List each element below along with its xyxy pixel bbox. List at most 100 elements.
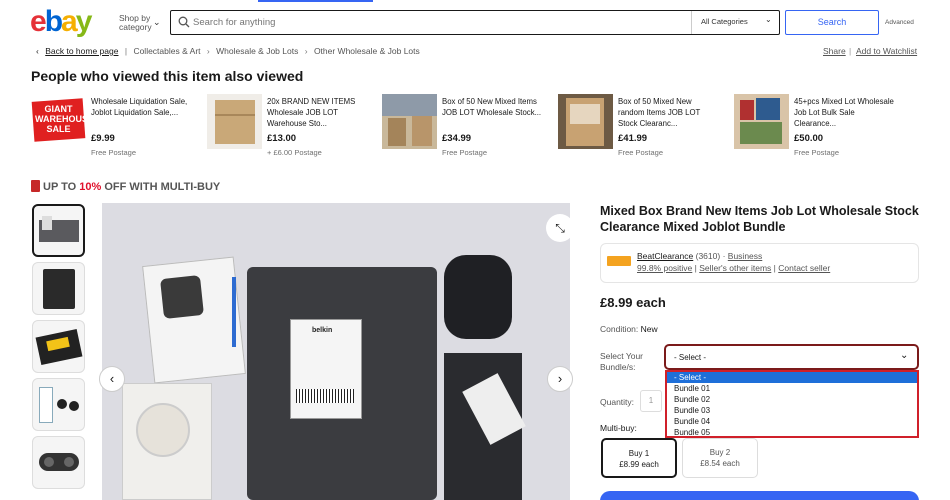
previous-image-button[interactable]: ‹ (99, 366, 125, 392)
product-thumbnail[interactable] (734, 94, 789, 149)
card-postage: + £6.00 Postage (267, 148, 322, 157)
card-price: £13.00 (267, 133, 297, 144)
multibuy-prefix: UP TO (43, 181, 80, 193)
bundle-dropdown: - Select - Bundle 01 Bundle 02 Bundle 03… (665, 370, 919, 438)
also-viewed-card[interactable]: Box of 50 Mixed New random Items JOB LOT… (558, 94, 728, 158)
also-viewed-heading: People who viewed this item also viewed (31, 68, 304, 84)
condition-value: New (640, 324, 658, 334)
divider: | (694, 263, 697, 273)
add-to-watchlist-link[interactable]: Add to Watchlist (856, 46, 917, 56)
card-price: £34.99 (442, 133, 472, 144)
card-title[interactable]: 20x BRAND NEW ITEMS Wholesale JOB LOT Wa… (267, 96, 367, 129)
expand-icon: ⤡ (555, 221, 565, 235)
chevron-down-icon[interactable]: ⌄ (153, 17, 161, 28)
multibuy-percent: 10% (79, 181, 102, 193)
seller-info: BeatClearance (3610) · Business (637, 251, 762, 261)
condition: Condition: New (600, 324, 658, 334)
buy-it-now-button[interactable] (600, 491, 919, 500)
card-postage: Free Postage (794, 148, 840, 157)
image-thumbnail[interactable] (32, 378, 85, 431)
search-icon (178, 16, 190, 28)
also-viewed-card[interactable]: Box of 50 New Mixed Items JOB LOT Wholes… (382, 94, 552, 158)
other-items-link[interactable]: Seller's other items (699, 263, 771, 273)
chevron-left-icon: ‹ (36, 46, 39, 56)
quantity-label: Quantity: (600, 397, 635, 407)
product-price: £8.99 each (600, 295, 666, 310)
product-thumbnail[interactable]: GIANT WAREHOUSE SALE (31, 94, 86, 149)
dropdown-option[interactable]: Bundle 03 (667, 405, 917, 416)
contact-seller-link[interactable]: Contact seller (778, 263, 830, 273)
product-title: Mixed Box Brand New Items Job Lot Wholes… (600, 204, 919, 234)
shop-by-category-button[interactable]: Shop by category (119, 14, 152, 32)
next-image-button[interactable]: › (547, 366, 573, 392)
card-title[interactable]: Wholesale Liquidation Sale, Joblot Liqui… (91, 96, 191, 118)
image-thumbnail[interactable] (32, 204, 85, 257)
chevron-left-icon: ‹ (109, 371, 115, 386)
multibuy-suffix: OFF WITH MULTI-BUY (101, 181, 221, 193)
bundle-select[interactable]: - Select - (664, 344, 919, 370)
also-viewed-card[interactable]: GIANT WAREHOUSE SALE Wholesale Liquidati… (31, 94, 201, 158)
shop-by-line2: category (119, 22, 152, 32)
buy-2-option[interactable]: Buy 2 £8.54 each (682, 438, 758, 478)
lock-tag-icon (31, 180, 40, 192)
advanced-search-link[interactable]: Advanced (885, 19, 914, 26)
divider: · (722, 251, 726, 261)
divider: | (773, 263, 776, 273)
buy-1-option[interactable]: Buy 1 £8.99 each (601, 438, 677, 478)
search-input[interactable] (193, 11, 683, 33)
buy-option-label: Buy 1 (628, 449, 650, 458)
breadcrumb-item[interactable]: Other Wholesale & Job Lots (314, 46, 420, 56)
card-title[interactable]: 45+pcs Mixed Lot Wholesale Job Lot Bulk … (794, 96, 894, 129)
bundle-label: Select Your Bundle/s: (600, 351, 644, 372)
product-thumbnail[interactable] (382, 94, 437, 149)
divider: | (849, 46, 852, 56)
ebay-logo[interactable]: ebay (30, 6, 92, 38)
multibuy-banner: UP TO 10% OFF WITH MULTI-BUY (43, 181, 220, 193)
seller-links: 99.8% positive | Seller's other items | … (637, 263, 830, 273)
product-thumbnail[interactable] (207, 94, 262, 149)
card-price: £41.99 (618, 133, 648, 144)
card-postage: Free Postage (91, 148, 137, 157)
back-to-home-link[interactable]: Back to home page (45, 46, 118, 56)
also-viewed-card[interactable]: 45+pcs Mixed Lot Wholesale Job Lot Bulk … (734, 94, 904, 158)
seller-feedback-count: (3610) (695, 251, 721, 261)
breadcrumb-item[interactable]: Wholesale & Job Lots (216, 46, 298, 56)
chevron-down-icon[interactable]: ⌄ (900, 350, 908, 361)
dropdown-option[interactable]: Bundle 04 (667, 416, 917, 427)
search-button[interactable]: Search (785, 10, 879, 35)
chevron-right-icon: › (557, 371, 563, 386)
product-thumbnail[interactable] (558, 94, 613, 149)
image-thumbnail[interactable] (32, 262, 85, 315)
dropdown-option[interactable]: - Select - (667, 372, 917, 383)
image-thumbnail[interactable] (32, 320, 85, 373)
card-price: £9.99 (91, 133, 115, 144)
card-postage: Free Postage (618, 148, 664, 157)
breadcrumb: ‹ Back to home page | Collectables & Art… (36, 46, 420, 56)
card-postage: Free Postage (442, 148, 488, 157)
also-viewed-card[interactable]: 20x BRAND NEW ITEMS Wholesale JOB LOT Wa… (207, 94, 377, 158)
positive-feedback-link[interactable]: 99.8% positive (637, 263, 692, 273)
breadcrumb-item[interactable]: Collectables & Art (133, 46, 200, 56)
seller-name-link[interactable]: BeatClearance (637, 251, 693, 261)
dropdown-option[interactable]: Bundle 01 (667, 383, 917, 394)
quantity-input[interactable]: 1 (640, 390, 662, 412)
dropdown-option[interactable]: Bundle 02 (667, 394, 917, 405)
multibuy-label: Multi-buy: (600, 423, 637, 433)
image-thumbnail[interactable] (32, 436, 85, 489)
top-accent-line (258, 0, 373, 2)
seller-type[interactable]: Business (728, 251, 763, 261)
share-link[interactable]: Share (823, 46, 846, 56)
card-title[interactable]: Box of 50 Mixed New random Items JOB LOT… (618, 96, 718, 129)
seller-logo[interactable] (607, 256, 631, 266)
buy-option-price: £8.54 each (700, 459, 740, 468)
card-price: £50.00 (794, 133, 824, 144)
main-product-image[interactable]: belkin (92, 203, 582, 500)
chevron-right-icon: › (304, 46, 308, 56)
condition-label: Condition: (600, 324, 639, 334)
buy-option-price: £8.99 each (619, 460, 659, 469)
dropdown-option[interactable]: Bundle 05 (667, 427, 917, 438)
chevron-right-icon: › (206, 46, 210, 56)
breadcrumb-separator: | (124, 46, 128, 56)
card-title[interactable]: Box of 50 New Mixed Items JOB LOT Wholes… (442, 96, 542, 118)
expand-image-button[interactable]: ⤡ (546, 214, 574, 242)
